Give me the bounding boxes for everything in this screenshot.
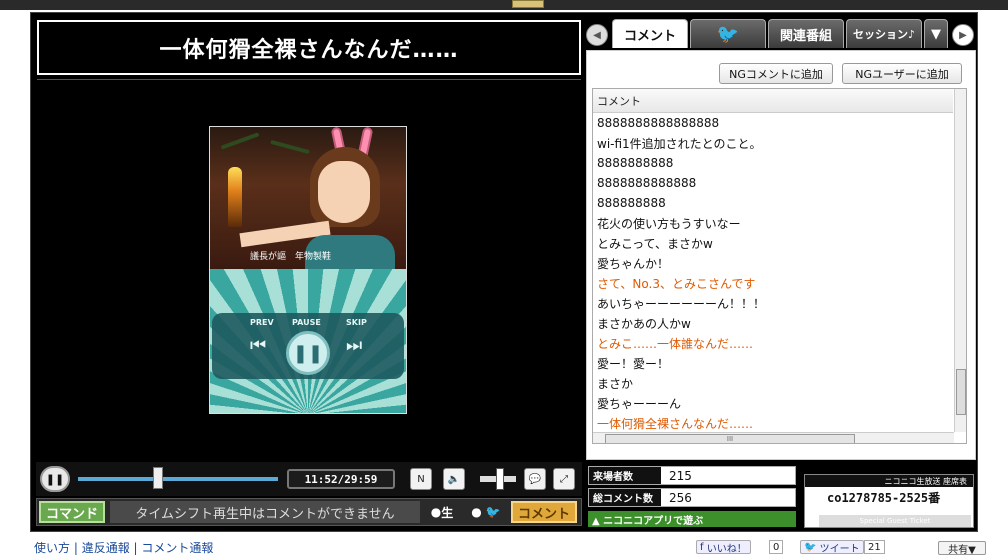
command-button[interactable]: コマンド bbox=[39, 501, 105, 523]
visitors-value: 215 bbox=[669, 468, 692, 483]
tweet-count: 21 bbox=[864, 540, 885, 554]
twitter-toggle[interactable]: ● 🐦 bbox=[468, 502, 504, 522]
share-dropdown[interactable]: 共有▼ bbox=[938, 541, 986, 556]
comments-stat: 総コメント数 256 bbox=[588, 488, 796, 507]
comment-row[interactable]: wi-fi1件追加されたとのこと。 bbox=[597, 133, 762, 153]
torch bbox=[228, 167, 242, 227]
marquee-text: 一体何猾全裸さんなんだ…… bbox=[159, 37, 459, 63]
tab-more-dropdown[interactable]: ▼ bbox=[924, 19, 948, 48]
comments-value: 256 bbox=[669, 490, 692, 505]
horizontal-scroll-thumb[interactable]: III bbox=[605, 434, 855, 443]
game-scene: 議長が謳 年物製鞋 bbox=[210, 127, 406, 275]
pause-label: PAUSE bbox=[292, 318, 321, 327]
footer-links: 使い方 | 違反通報 | コメント通報 bbox=[34, 541, 214, 555]
comment-row[interactable]: 愛ちゃーーーん bbox=[597, 393, 681, 413]
footer-link-comment-report[interactable]: コメント通報 bbox=[141, 541, 213, 555]
comment-input-disabled: タイムシフト再生中はコメントができません bbox=[110, 501, 420, 523]
seat-ticket: ニコニコ生放送 座席表 co1278785-2525番 Special Gues… bbox=[804, 474, 974, 528]
vertical-scrollbar[interactable] bbox=[954, 89, 966, 432]
tab-next-arrow-icon[interactable]: ▶ bbox=[952, 24, 974, 46]
comment-row[interactable]: 花火の使い方もうすいなー bbox=[597, 213, 741, 233]
comment-row[interactable]: 8888888888888888 bbox=[597, 113, 719, 133]
vertical-scroll-thumb[interactable] bbox=[956, 369, 966, 415]
prev-icon: ⏮ bbox=[250, 335, 267, 356]
comment-toggle-icon[interactable]: 💬 bbox=[524, 468, 546, 490]
comment-row[interactable]: 8888888888888 bbox=[597, 173, 696, 193]
comment-row[interactable]: 愛ちゃんか！ bbox=[597, 253, 669, 273]
like-count: 0 bbox=[769, 540, 784, 554]
twitter-bird-icon: 🐦 bbox=[716, 23, 740, 45]
comment-column-header[interactable]: コメント bbox=[593, 89, 953, 113]
skip-icon: ⏭ bbox=[346, 335, 363, 356]
music-controls: PREV PAUSE SKIP ⏮ ❚❚ ⏭ bbox=[212, 313, 404, 379]
fullscreen-icon[interactable]: ⤢ bbox=[553, 468, 575, 490]
video-area[interactable]: 議長が謳 年物製鞋 PREV PAUSE SKIP ⏮ ❚❚ ⏭ bbox=[37, 79, 581, 460]
time-display: 11:52/29:59 bbox=[287, 469, 395, 489]
top-bar-logo bbox=[512, 0, 544, 8]
seat-header: ニコニコ生放送 座席表 bbox=[805, 475, 973, 487]
nicoscript-icon[interactable]: N bbox=[410, 468, 432, 490]
comment-row[interactable]: あいちゃーーーーーーん！！！ bbox=[597, 293, 765, 313]
ng-comment-button[interactable]: NGコメントに追加 bbox=[719, 63, 833, 84]
live-toggle[interactable]: ● 生 bbox=[424, 502, 460, 522]
pause-icon: ❚❚ bbox=[286, 331, 330, 375]
tweet-button[interactable]: 🐦 ツイート bbox=[800, 540, 864, 555]
tab-session[interactable]: セッション♪ bbox=[846, 19, 922, 48]
speaker-icon[interactable]: 🔈 bbox=[443, 468, 465, 490]
seat-id: co1278785-2525番 bbox=[827, 491, 941, 505]
ds-screen: 議長が謳 年物製鞋 PREV PAUSE SKIP ⏮ ❚❚ ⏭ bbox=[209, 126, 407, 414]
seek-bar[interactable] bbox=[78, 477, 278, 481]
visitors-label: 来場者数 bbox=[589, 467, 661, 484]
character-face bbox=[318, 161, 370, 223]
comment-row[interactable]: 8888888888 bbox=[597, 153, 673, 173]
visitors-stat: 来場者数 215 bbox=[588, 466, 796, 485]
comment-list[interactable]: コメント 8888888888888888 wi-fi1件追加されたとのこと。 88… bbox=[592, 88, 967, 444]
game-caption: 議長が謳 年物製鞋 bbox=[250, 252, 332, 262]
comments-label: 総コメント数 bbox=[589, 489, 661, 506]
volume-thumb[interactable] bbox=[495, 468, 504, 490]
comment-row[interactable]: 愛ー！愛ー！ bbox=[597, 353, 669, 373]
comment-row[interactable]: とみこ……一体誰なんだ…… bbox=[597, 333, 753, 353]
niconico-app-button[interactable]: ▲ ニコニコアプリで遊ぶ bbox=[588, 511, 796, 527]
horizontal-scrollbar[interactable]: III bbox=[593, 432, 954, 443]
live-toggle-label: 生 bbox=[441, 505, 454, 520]
comment-row[interactable]: まさかあの人かw bbox=[597, 313, 691, 333]
pause-button[interactable]: ❚❚ bbox=[40, 466, 70, 492]
footer-link-violation[interactable]: 違反通報 bbox=[82, 541, 130, 555]
comment-marquee: 一体何猾全裸さんなんだ…… bbox=[37, 20, 581, 75]
comment-row[interactable]: とみこって、まさかw bbox=[597, 233, 713, 253]
comment-row[interactable]: 888888888 bbox=[597, 193, 666, 213]
twitter-bird-icon: ● 🐦 bbox=[471, 505, 501, 519]
comment-row[interactable]: 一体何猾全裸さんなんだ…… bbox=[597, 413, 753, 433]
palm-tree bbox=[270, 139, 310, 155]
chevron-down-icon: ▼ bbox=[931, 26, 941, 42]
footer-link-howto[interactable]: 使い方 bbox=[34, 541, 70, 555]
tab-comment[interactable]: コメント bbox=[612, 19, 688, 48]
ng-user-button[interactable]: NGユーザーに追加 bbox=[842, 63, 962, 84]
skip-label: SKIP bbox=[346, 318, 367, 327]
tab-twitter[interactable]: 🐦 bbox=[690, 19, 766, 48]
facebook-like-button[interactable]: f いいね！ bbox=[696, 540, 751, 555]
top-bar bbox=[0, 0, 1008, 10]
player-brand: NICO NICO LIVE PLAYER bbox=[832, 449, 947, 457]
seek-thumb[interactable] bbox=[153, 467, 163, 489]
prev-label: PREV bbox=[250, 318, 274, 327]
tweet-label: ツイート bbox=[819, 543, 860, 555]
tab-related-programs[interactable]: 関連番組 bbox=[768, 19, 844, 48]
tab-prev-arrow-icon[interactable]: ◀ bbox=[586, 24, 608, 46]
comment-submit-button[interactable]: コメント bbox=[511, 501, 577, 523]
like-label: いいね！ bbox=[706, 543, 747, 555]
comment-row[interactable]: さて、No.3、とみこさんです bbox=[597, 273, 755, 293]
comment-row[interactable]: まさか bbox=[597, 373, 633, 393]
palm-tree bbox=[220, 132, 260, 150]
seat-footer: Special Guest Ticket bbox=[819, 515, 971, 527]
